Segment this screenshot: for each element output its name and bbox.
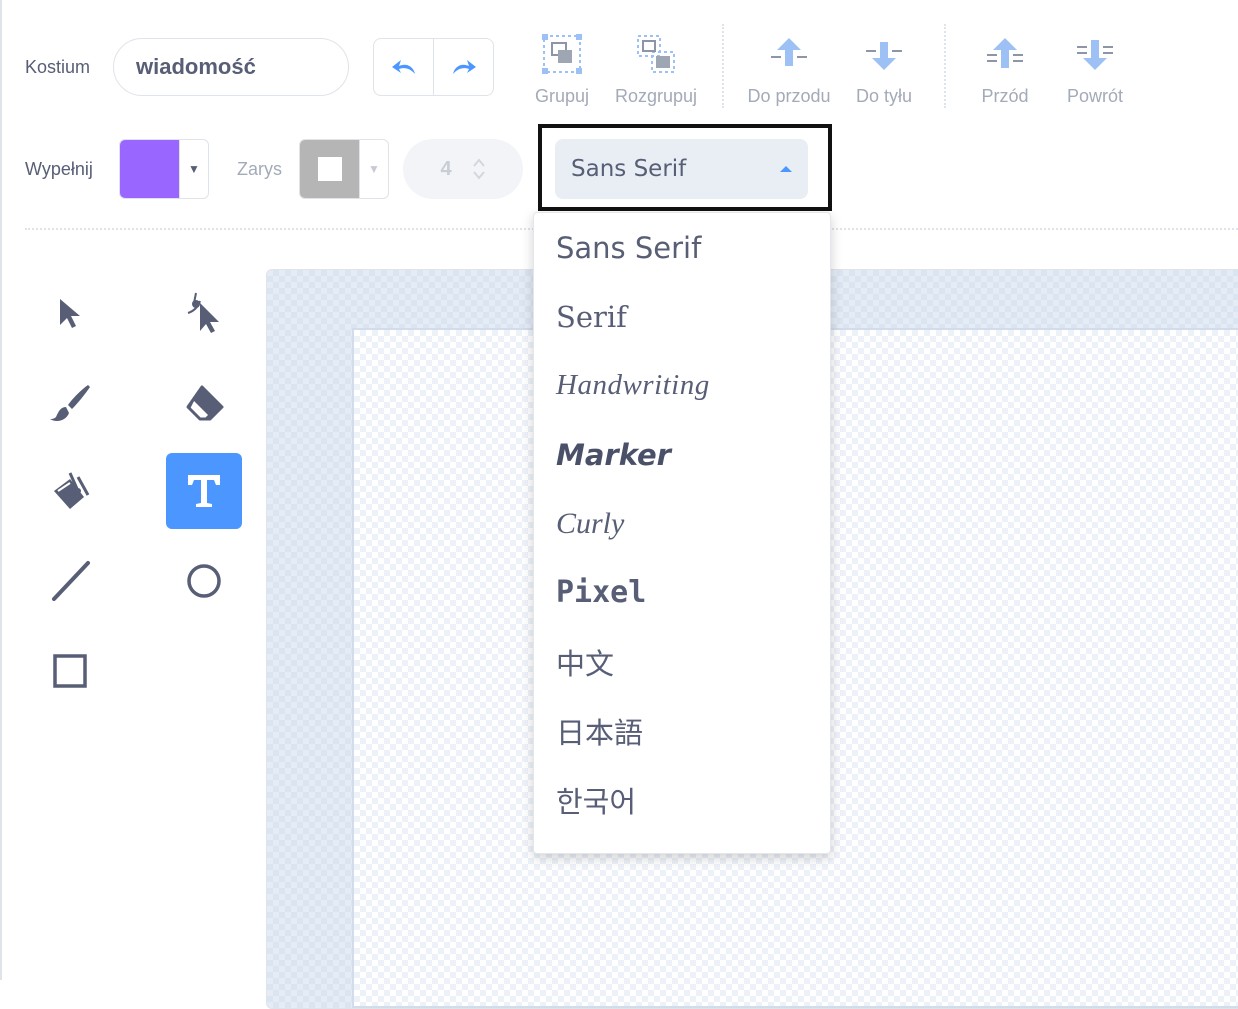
brush-tool[interactable] bbox=[32, 365, 108, 441]
send-to-back-icon bbox=[1077, 40, 1113, 70]
redo-button[interactable] bbox=[433, 39, 493, 95]
undo-redo-group bbox=[373, 38, 494, 96]
fill-color-swatch bbox=[120, 140, 179, 198]
costume-label: Kostium bbox=[25, 57, 91, 77]
font-option-sans-serif[interactable]: Sans Serif bbox=[556, 213, 830, 282]
font-option-korean[interactable]: 한국어 bbox=[556, 765, 830, 834]
text-tool[interactable] bbox=[166, 453, 242, 529]
left-edge-border bbox=[0, 0, 2, 980]
outline-label: Zarys bbox=[237, 159, 282, 179]
caret-down-icon: ▼ bbox=[359, 140, 388, 198]
paint-bucket-icon bbox=[54, 472, 90, 509]
line-icon bbox=[52, 561, 90, 601]
outline-color-swatch bbox=[300, 140, 359, 198]
backward-button[interactable]: Do tyłu bbox=[829, 30, 939, 107]
group-icon bbox=[542, 34, 582, 74]
outline-width-stepper[interactable]: 4 bbox=[403, 139, 523, 199]
arrow-cursor-icon bbox=[60, 299, 80, 328]
select-tool[interactable] bbox=[32, 275, 108, 351]
bring-to-front-icon bbox=[987, 38, 1023, 68]
circle-tool[interactable] bbox=[166, 543, 242, 619]
text-t-icon bbox=[188, 475, 220, 507]
font-option-japanese[interactable]: 日本語 bbox=[556, 696, 830, 765]
move-forward-icon bbox=[771, 38, 807, 66]
reshape-cursor-icon bbox=[187, 292, 219, 333]
font-option-marker[interactable]: Marker bbox=[556, 420, 830, 489]
font-option-serif[interactable]: Serif bbox=[556, 282, 830, 351]
ungroup-label: Rozgrupuj bbox=[614, 86, 698, 106]
move-backward-icon bbox=[866, 42, 902, 70]
fill-label: Wypełnij bbox=[25, 159, 93, 179]
forward-label: Do przodu bbox=[747, 86, 831, 106]
fill-color-picker[interactable]: ▼ bbox=[119, 139, 209, 199]
font-option-pixel[interactable]: Pixel bbox=[556, 558, 830, 627]
font-option-curly[interactable]: Curly bbox=[556, 489, 830, 558]
font-option-handwriting[interactable]: Handwriting bbox=[556, 351, 830, 420]
forward-button[interactable]: Do przodu bbox=[734, 30, 844, 107]
line-tool[interactable] bbox=[32, 543, 108, 619]
stepper-arrows-icon bbox=[472, 158, 485, 180]
front-label: Przód bbox=[981, 86, 1029, 106]
toolbar-separator bbox=[944, 24, 946, 108]
redo-icon bbox=[452, 60, 476, 74]
outline-color-picker[interactable]: ▼ bbox=[299, 139, 389, 199]
reshape-tool[interactable] bbox=[166, 275, 242, 351]
circle-icon bbox=[187, 564, 221, 598]
back-label: Powrót bbox=[1066, 86, 1124, 106]
fill-tool[interactable] bbox=[32, 453, 108, 529]
rectangle-icon bbox=[53, 654, 87, 688]
brush-icon bbox=[50, 385, 90, 421]
caret-down-icon: ▼ bbox=[179, 140, 208, 198]
highlight-box bbox=[538, 124, 832, 211]
toolbar-separator bbox=[722, 24, 724, 108]
undo-button[interactable] bbox=[374, 39, 433, 95]
rectangle-tool[interactable] bbox=[32, 633, 108, 709]
font-option-chinese[interactable]: 中文 bbox=[556, 627, 830, 696]
font-dropdown-menu: Sans Serif Serif Handwriting Marker Curl… bbox=[533, 212, 831, 854]
ungroup-icon bbox=[637, 35, 675, 73]
group-label: Grupuj bbox=[534, 86, 590, 106]
costume-name-input[interactable]: wiadomość bbox=[113, 38, 349, 96]
outline-width-value: 4 bbox=[440, 157, 452, 180]
ungroup-button[interactable]: Rozgrupuj bbox=[601, 30, 711, 107]
eraser-tool[interactable] bbox=[166, 365, 242, 441]
undo-icon bbox=[391, 60, 415, 74]
eraser-icon bbox=[186, 385, 224, 421]
back-button[interactable]: Powrót bbox=[1040, 30, 1150, 107]
backward-label: Do tyłu bbox=[855, 86, 913, 106]
